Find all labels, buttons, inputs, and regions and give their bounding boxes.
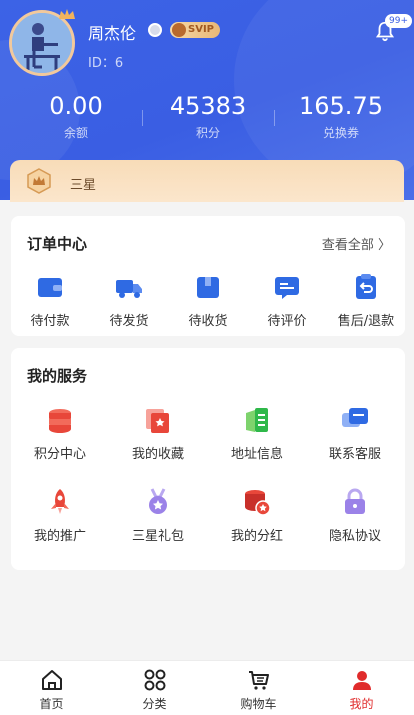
chat-icon xyxy=(342,408,368,427)
avatar-illustration-icon xyxy=(12,13,72,73)
user-name: 周杰伦 xyxy=(88,24,137,43)
service-points-center[interactable]: 积分中心 xyxy=(21,405,99,462)
service-privacy-policy[interactable]: 隐私协议 xyxy=(316,487,394,544)
gender-icon xyxy=(148,23,162,37)
tab-mine[interactable]: 我的 xyxy=(310,661,413,715)
order-item-label: 待付款 xyxy=(30,314,70,329)
order-center-card: 订单中心 查看全部 〉 待付款 待发货 待收货 待评价 售后/退款 xyxy=(11,216,405,336)
tab-home[interactable]: 首页 xyxy=(0,661,103,715)
order-pending-review[interactable]: 待评价 xyxy=(248,272,326,329)
rocket-icon xyxy=(51,489,69,514)
service-label: 积分中心 xyxy=(33,447,86,462)
service-label: 地址信息 xyxy=(230,447,283,462)
member-level-bar[interactable]: 三星 xyxy=(10,160,404,202)
service-customer-support[interactable]: 联系客服 xyxy=(316,405,394,462)
service-label: 隐私协议 xyxy=(328,529,381,544)
medal-icon xyxy=(149,488,167,514)
stat-balance[interactable]: 0.00 余额 xyxy=(8,92,144,141)
vip-crown-icon xyxy=(172,23,186,37)
order-pending-shipment[interactable]: 待发货 xyxy=(90,272,168,329)
truck-icon xyxy=(116,280,142,298)
notification-badge: 99+ xyxy=(385,14,412,28)
stat-points[interactable]: 45383 积分 xyxy=(140,92,276,141)
stat-label: 余额 xyxy=(63,126,88,140)
stat-label: 积分 xyxy=(195,126,220,140)
order-item-label: 售后/退款 xyxy=(337,314,395,329)
service-label: 三星礼包 xyxy=(131,529,184,544)
order-pending-receipt[interactable]: 待收货 xyxy=(169,272,247,329)
stat-value: 45383 xyxy=(169,92,247,120)
order-item-label: 待发货 xyxy=(109,314,149,329)
stat-value: 165.75 xyxy=(299,92,383,120)
favorites-icon xyxy=(146,409,169,433)
order-item-label: 待收货 xyxy=(188,314,228,329)
order-item-label: 待评价 xyxy=(267,314,307,329)
tab-category[interactable]: 分类 xyxy=(103,661,206,715)
stat-label: 兑换券 xyxy=(322,126,359,140)
service-label: 我的分红 xyxy=(230,529,283,544)
category-icon xyxy=(144,669,165,691)
crown-icon xyxy=(59,9,75,19)
profile-icon xyxy=(352,671,371,690)
order-pending-payment[interactable]: 待付款 xyxy=(11,272,89,329)
tab-label: 分类 xyxy=(142,697,167,711)
refund-icon xyxy=(356,274,376,299)
view-all-orders-link[interactable]: 查看全部 〉 xyxy=(322,234,391,253)
order-after-sales[interactable]: 售后/退款 xyxy=(327,272,405,329)
dividend-icon xyxy=(245,490,271,516)
service-dividend[interactable]: 我的分红 xyxy=(218,487,296,544)
order-center-title: 订单中心 xyxy=(27,235,88,253)
address-icon xyxy=(246,408,268,432)
service-label: 联系客服 xyxy=(328,447,381,462)
lock-icon xyxy=(345,488,365,514)
review-icon xyxy=(275,277,299,299)
tab-label: 首页 xyxy=(39,697,64,711)
tab-label: 购物车 xyxy=(240,697,277,711)
stat-value: 0.00 xyxy=(49,92,103,120)
tab-label: 我的 xyxy=(349,697,374,711)
bottom-tab-bar: 首页 分类 购物车 我的 xyxy=(0,660,414,715)
service-favorites[interactable]: 我的收藏 xyxy=(119,405,197,462)
cart-icon xyxy=(248,671,269,690)
my-services-title: 我的服务 xyxy=(27,367,88,385)
tab-cart[interactable]: 购物车 xyxy=(207,661,310,715)
home-icon xyxy=(41,670,62,690)
service-promotion[interactable]: 我的推广 xyxy=(21,487,99,544)
my-services-card: 我的服务 积分中心 我的收藏 地址信息 联系客服 我的推广 三星礼包 我的分红 … xyxy=(11,348,405,570)
service-samsung-gift[interactable]: 三星礼包 xyxy=(119,487,197,544)
svip-label: SVIP xyxy=(188,24,214,35)
user-id: ID：6 xyxy=(88,56,124,71)
package-icon xyxy=(197,277,219,298)
service-label: 我的推广 xyxy=(33,529,86,544)
level-crown-icon xyxy=(27,168,51,194)
wallet-icon xyxy=(38,278,62,297)
stat-vouchers[interactable]: 165.75 兑换券 xyxy=(273,92,409,141)
level-name: 三星 xyxy=(70,178,97,193)
svip-badge: SVIP xyxy=(170,22,220,38)
service-label: 我的收藏 xyxy=(131,447,184,462)
coins-icon xyxy=(49,409,71,433)
service-address[interactable]: 地址信息 xyxy=(218,405,296,462)
